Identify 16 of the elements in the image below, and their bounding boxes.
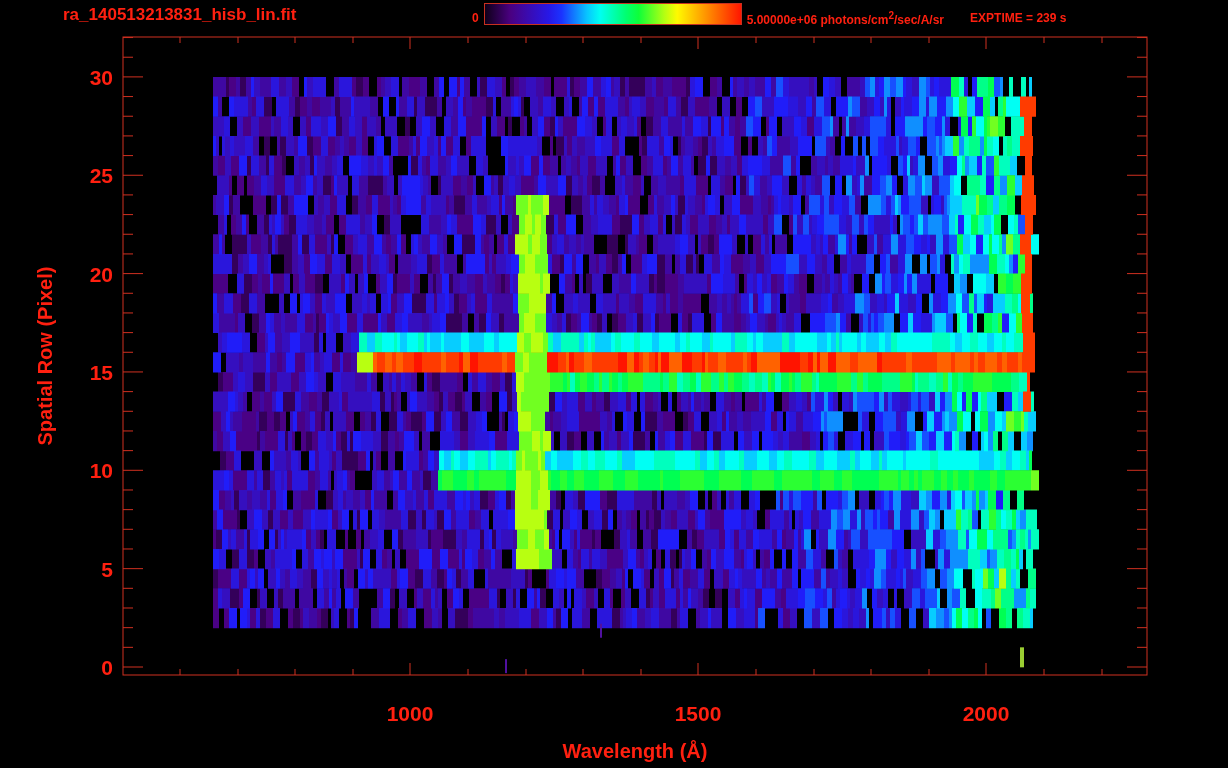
y-axis-label: Spatial Row (Pixel) bbox=[34, 266, 56, 446]
y-tick-label: 15 bbox=[89, 360, 113, 384]
exposure-time: EXPTIME = 239 s bbox=[970, 11, 1067, 25]
colorbar-max-label: 5.00000e+06 photons/cm$^{2}$/sec/A/sr bbox=[746, 9, 945, 27]
y-tick-label: 0 bbox=[101, 656, 113, 679]
x-axis-label: Wavelength (Å) bbox=[562, 740, 708, 762]
file-title: ra_140513213831_hisb_lin.fit bbox=[63, 5, 298, 25]
y-tick-label: 20 bbox=[89, 262, 113, 286]
colorbar-min-label: 0 bbox=[472, 11, 479, 25]
y-tick-label: 30 bbox=[89, 65, 113, 89]
x-tick-label: 2000 bbox=[962, 702, 1010, 725]
y-tick-label: 5 bbox=[101, 557, 113, 581]
y-tick-label: 10 bbox=[89, 459, 113, 483]
y-tick-label: 25 bbox=[89, 164, 113, 188]
x-tick-label: 1500 bbox=[674, 702, 722, 725]
x-tick-label: 1000 bbox=[386, 702, 434, 725]
